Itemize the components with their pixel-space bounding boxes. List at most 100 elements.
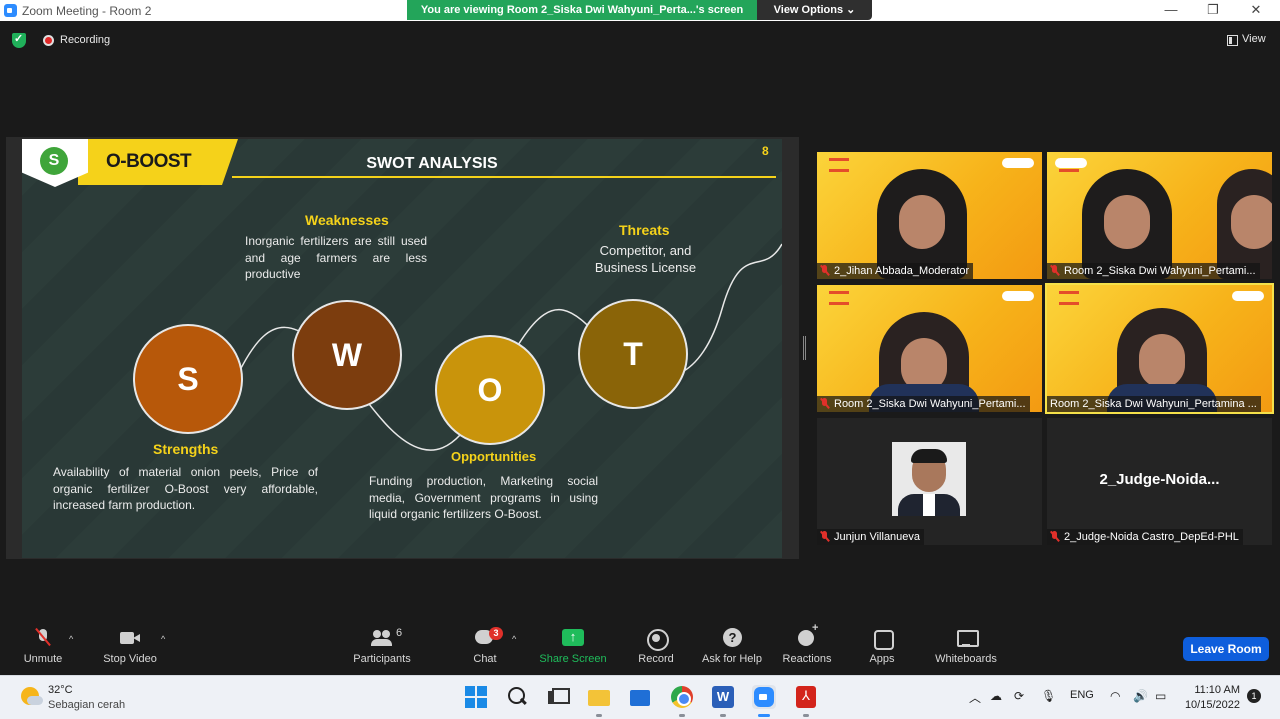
running-indicator (803, 714, 809, 717)
video-tile-active-speaker[interactable]: Room 2_Siska Dwi Wahyuni_Pertamina ... (1045, 283, 1274, 414)
weather-condition[interactable]: Sebagian cerah (48, 699, 125, 711)
reactions-icon (796, 622, 818, 648)
video-tile[interactable]: Room 2_Siska Dwi Wahyuni_Pertami... (1047, 152, 1272, 279)
background-logo (1055, 158, 1087, 168)
active-indicator (758, 714, 770, 717)
viewing-screen-banner: You are viewing Room 2_Siska Dwi Wahyuni… (407, 0, 757, 20)
tray-app-icon[interactable]: ☁ (990, 689, 1002, 703)
record-icon (645, 628, 669, 651)
audio-options-caret[interactable]: ^ (69, 634, 73, 644)
ask-for-help-button[interactable]: Ask for Help (692, 628, 772, 665)
video-tile[interactable]: 2_Jihan Abbada_Moderator (817, 152, 1042, 279)
chrome-icon[interactable] (670, 685, 694, 709)
share-screen-icon (562, 628, 584, 648)
leave-room-button[interactable]: Leave Room (1183, 637, 1269, 661)
weather-icon[interactable] (21, 687, 43, 705)
notification-badge[interactable]: 1 (1247, 689, 1261, 703)
security-shield-icon[interactable] (12, 32, 26, 48)
strengths-heading: Strengths (153, 441, 219, 457)
record-button[interactable]: Record (616, 628, 696, 665)
whiteboards-button[interactable]: Whiteboards (926, 628, 1006, 665)
battery-icon[interactable]: ▭ (1155, 689, 1166, 703)
participants-button[interactable]: 6 Participants (342, 627, 422, 665)
chat-options-caret[interactable]: ^ (512, 634, 516, 644)
swot-circle-s: S (133, 324, 243, 434)
reactions-button[interactable]: Reactions (767, 622, 847, 665)
video-tile[interactable]: Junjun Villanueva (817, 418, 1042, 545)
video-options-caret[interactable]: ^ (161, 634, 165, 644)
windows-taskbar: 32°C Sebagian cerah ︿ ☁ ⟳ 🎙 ENG ◠ 🔊 ▭ 11… (0, 675, 1280, 719)
microphone-icon[interactable]: 🎙 (1041, 689, 1056, 703)
panel-splitter-handle[interactable] (803, 336, 806, 360)
word-icon[interactable] (712, 685, 736, 709)
tray-overflow-icon[interactable]: ︿ (969, 689, 981, 706)
recording-label[interactable]: Recording (60, 34, 110, 46)
window-title: Zoom Meeting - Room 2 (22, 4, 152, 18)
running-indicator (596, 714, 602, 717)
clock-date[interactable]: 10/15/2022 (1184, 699, 1240, 711)
maximize-button[interactable]: ❐ (1198, 2, 1228, 18)
video-tile[interactable]: Room 2_Siska Dwi Wahyuni_Pertami... (817, 285, 1042, 412)
stop-video-button[interactable]: Stop Video (90, 628, 170, 665)
recording-icon (43, 35, 54, 46)
close-button[interactable]: ✕ (1241, 2, 1271, 18)
meeting-toolbar: Unmute ^ Stop Video ^ 6 Participants Chat… (0, 620, 1280, 673)
strengths-text: Availability of material onion peels, Pr… (53, 465, 318, 512)
opportunities-heading: Opportunities (451, 449, 537, 464)
share-screen-button[interactable]: Share Screen (533, 628, 613, 665)
background-logo (1002, 158, 1034, 168)
video-tile[interactable]: 2_Judge-Noida... 2_Judge-Noida Castro_De… (1047, 418, 1272, 545)
muted-mic-icon (1050, 531, 1059, 542)
search-icon[interactable] (505, 685, 529, 709)
weather-temperature[interactable]: 32°C (48, 684, 73, 696)
participant-name-label: Room 2_Siska Dwi Wahyuni_Pertami... (1047, 263, 1260, 279)
start-icon[interactable] (464, 685, 488, 709)
help-icon (721, 628, 743, 648)
weaknesses-text: Inorganic fertilizers are still used and… (245, 234, 427, 281)
file-explorer-icon[interactable] (587, 685, 611, 709)
volume-icon[interactable]: 🔊 (1133, 689, 1148, 703)
running-indicator (720, 714, 726, 717)
view-button[interactable]: View (1242, 33, 1266, 45)
chat-unread-badge: 3 (489, 627, 503, 640)
acrobat-icon[interactable] (794, 685, 818, 709)
sync-icon[interactable]: ⟳ (1014, 689, 1024, 703)
minimize-button[interactable]: — (1156, 2, 1186, 18)
background-deco (829, 158, 849, 172)
muted-mic-icon (820, 531, 829, 542)
view-options-button[interactable]: View Options ⌄ (757, 0, 872, 20)
background-logo (1002, 291, 1034, 301)
participant-name-label: Room 2_Siska Dwi Wahyuni_Pertamina ... (1047, 396, 1261, 412)
video-camera-icon (119, 628, 141, 648)
muted-mic-icon (1050, 265, 1059, 276)
wifi-icon[interactable]: ◠ (1110, 689, 1120, 703)
muted-mic-icon (820, 398, 829, 409)
clock-time[interactable]: 11:10 AM (1184, 684, 1240, 696)
microsoft-store-icon[interactable] (628, 685, 652, 709)
opportunities-text: Funding production, Marketing social med… (369, 474, 598, 521)
participant-name-label: 2_Jihan Abbada_Moderator (817, 263, 974, 279)
swot-circle-o: O (435, 335, 545, 445)
language-indicator[interactable]: ENG (1070, 689, 1094, 701)
muted-mic-icon (32, 628, 54, 648)
muted-mic-icon (820, 265, 829, 276)
participant-name-label: 2_Judge-Noida Castro_DepEd-PHL (1047, 529, 1243, 545)
participants-icon: 6 (371, 627, 402, 648)
participants-count: 6 (396, 627, 403, 639)
apps-button[interactable]: Apps (842, 628, 922, 665)
profile-picture (892, 442, 966, 516)
weaknesses-heading: Weaknesses (305, 212, 389, 228)
participant-name-label: Room 2_Siska Dwi Wahyuni_Pertami... (817, 396, 1030, 412)
threats-text: Competitor, and Business License (594, 243, 697, 275)
view-icon[interactable] (1227, 35, 1238, 46)
task-view-icon[interactable] (545, 685, 570, 709)
background-deco (1059, 291, 1079, 305)
background-deco (829, 291, 849, 305)
swot-circle-w: W (292, 300, 402, 410)
running-indicator (679, 714, 685, 717)
shared-slide: S O-BOOST SWOT ANALYSIS 8 S W O T Weakne… (22, 139, 782, 558)
background-logo (1232, 291, 1264, 301)
apps-icon (871, 628, 894, 650)
zoom-taskbar-icon[interactable] (752, 685, 776, 709)
threats-heading: Threats (619, 222, 670, 238)
